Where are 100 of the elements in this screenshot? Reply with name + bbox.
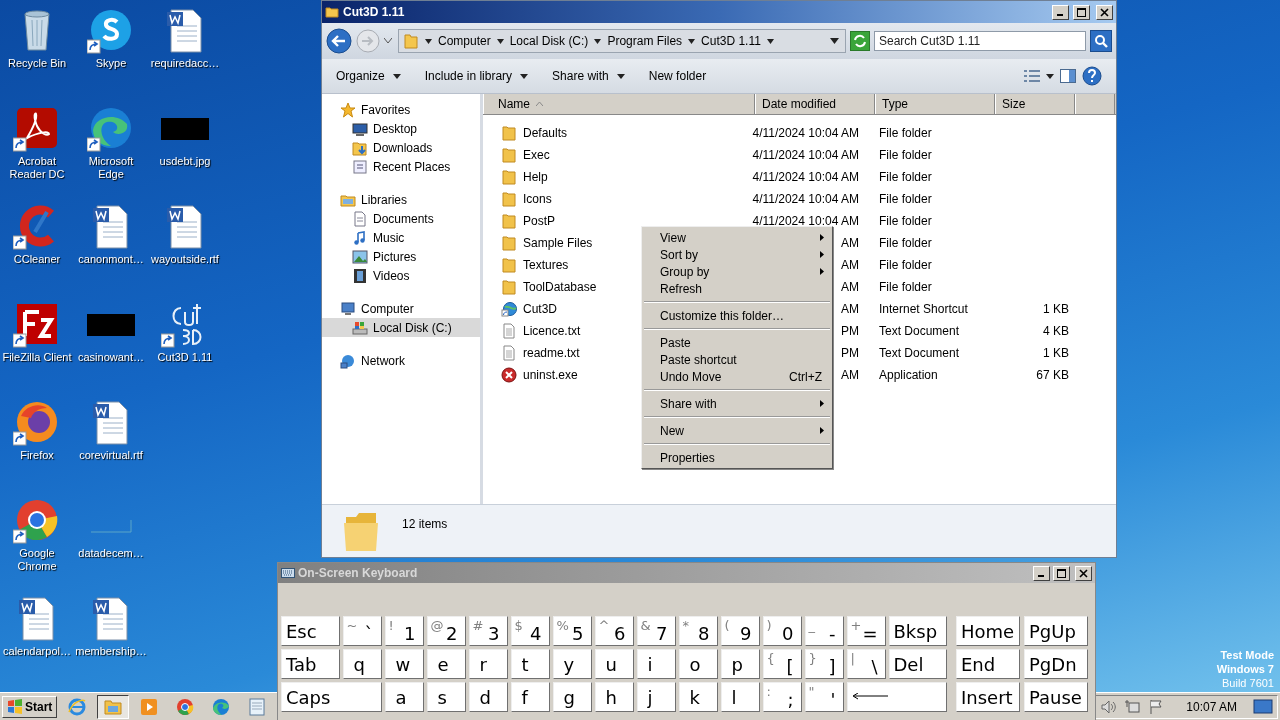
view-options-icon[interactable]: [1024, 69, 1040, 83]
flag-icon[interactable]: [1148, 698, 1165, 715]
show-desktop-icon[interactable]: [1253, 698, 1273, 715]
address-bar[interactable]: Computer Local Disk (C:) Program Files Cut3D 1.11: [398, 29, 846, 53]
desktop-icon-label[interactable]: Firefox: [20, 449, 54, 462]
menu-item[interactable]: Share with: [642, 395, 832, 412]
keyboard-key[interactable]: | \: [846, 649, 886, 679]
menu-item[interactable]: Properties: [642, 449, 832, 466]
preview-pane-icon[interactable]: [1060, 69, 1076, 83]
document-icon[interactable]: [93, 401, 128, 445]
navigation-item[interactable]: Favorites: [322, 100, 480, 119]
toolbar-button[interactable]: Organize: [330, 66, 407, 86]
file-name[interactable]: Defaults: [523, 126, 568, 140]
keyboard-key[interactable]: ( 9: [720, 616, 760, 646]
navigation-item[interactable]: Desktop: [322, 119, 480, 138]
desktop-icon-label[interactable]: membership…: [75, 645, 147, 658]
desktop-icon-label[interactable]: FileZilla Client: [2, 351, 72, 364]
app-icon[interactable]: [20, 205, 54, 247]
taskbar-button[interactable]: [97, 694, 130, 719]
keyboard-key[interactable]: r: [468, 649, 508, 679]
keyboard-key[interactable]: q: [342, 649, 382, 679]
trash-bin-icon[interactable]: [24, 10, 50, 51]
browser-icon[interactable]: [91, 108, 131, 148]
browser-icon[interactable]: [17, 500, 58, 541]
maximize-button[interactable]: [1073, 4, 1090, 20]
redacted-thumbnail[interactable]: [161, 118, 209, 140]
keyboard-key[interactable]: ! 1: [384, 616, 424, 646]
keyboard-key[interactable]: PgDn: [1024, 649, 1088, 679]
keyboard-key[interactable]: Home: [956, 616, 1020, 646]
app-icon[interactable]: [17, 108, 57, 148]
enter-key[interactable]: [846, 682, 947, 712]
navigation-item[interactable]: Libraries: [322, 190, 480, 209]
keyboard-key[interactable]: Pause: [1024, 682, 1088, 712]
keyboard-key[interactable]: # 3: [468, 616, 508, 646]
keyboard-key[interactable]: e: [426, 649, 466, 679]
close-button[interactable]: [1075, 565, 1092, 581]
keyboard-key[interactable]: : ;: [762, 682, 802, 712]
keyboard-key[interactable]: l: [720, 682, 760, 712]
navigation-item[interactable]: Network: [322, 351, 480, 370]
keyboard-key[interactable]: $ 4: [510, 616, 550, 646]
navigation-item[interactable]: Documents: [322, 209, 480, 228]
keyboard-key[interactable]: k: [678, 682, 718, 712]
keyboard-key[interactable]: Tab: [281, 649, 340, 679]
file-name[interactable]: Cut3D: [523, 302, 557, 316]
app-icon[interactable]: [91, 10, 131, 50]
keyboard-key[interactable]: Del: [888, 649, 947, 679]
file-name[interactable]: Licence.txt: [523, 324, 581, 338]
desktop-icon-label[interactable]: requiredacc…: [150, 57, 220, 70]
document-icon[interactable]: [167, 205, 202, 249]
desktop-icon-label[interactable]: Acrobat Reader DC: [1, 155, 73, 181]
speaker-icon[interactable]: [1100, 698, 1117, 715]
menu-item[interactable]: Paste shortcut: [642, 351, 832, 368]
desktop-icon-label[interactable]: Recycle Bin: [7, 57, 67, 70]
desktop-icon-label[interactable]: calendarpol…: [3, 645, 71, 658]
file-name[interactable]: ToolDatabase: [523, 280, 597, 294]
keyboard-key[interactable]: ^ 6: [594, 616, 634, 646]
keyboard-key[interactable]: % 5: [552, 616, 592, 646]
document-icon[interactable]: [19, 597, 54, 641]
keyboard-key[interactable]: @2: [426, 616, 466, 646]
navigation-item[interactable]: Computer: [322, 299, 480, 318]
menu-item[interactable]: View: [642, 229, 832, 246]
keyboard-key[interactable]: a: [384, 682, 424, 712]
keyboard-key[interactable]: ) 0: [762, 616, 802, 646]
menu-item[interactable]: Refresh: [642, 280, 832, 297]
keyboard-key[interactable]: +=: [846, 616, 886, 646]
keyboard-key[interactable]: Bksp: [888, 616, 947, 646]
desktop-icon-label[interactable]: Skype: [95, 57, 127, 70]
desktop-icon-label[interactable]: canonmont…: [78, 253, 144, 266]
navigation-item[interactable]: Videos: [322, 266, 480, 285]
file-name[interactable]: uninst.exe: [523, 368, 578, 382]
keyboard-key[interactable]: PgUp: [1024, 616, 1088, 646]
keyboard-key[interactable]: d: [468, 682, 508, 712]
menu-item[interactable]: Undo Move Ctrl+Z: [642, 368, 832, 385]
browser-icon[interactable]: [17, 402, 57, 442]
caret-icon[interactable]: [766, 38, 774, 44]
toolbar-button[interactable]: Include in library: [418, 66, 535, 86]
desktop-icon-label[interactable]: Cut3D 1.11: [157, 351, 213, 364]
breadcrumb[interactable]: Computer: [438, 34, 491, 48]
caret-icon[interactable]: [425, 38, 432, 44]
keyboard-key[interactable]: t: [510, 649, 550, 679]
keyboard-key[interactable]: Esc: [281, 616, 340, 646]
redacted-thumbnail[interactable]: [87, 314, 135, 336]
keyboard-key[interactable]: i: [636, 649, 676, 679]
column-header[interactable]: [1075, 94, 1115, 114]
app-icon[interactable]: [17, 304, 57, 344]
keyboard-key[interactable]: } ]: [804, 649, 844, 679]
navigation-item[interactable]: Downloads: [322, 138, 480, 157]
desktop-icon-label[interactable]: corevirtual.rtf: [79, 449, 143, 462]
keyboard-key[interactable]: h: [594, 682, 634, 712]
document-icon[interactable]: [93, 205, 128, 249]
keyboard-key[interactable]: " ': [804, 682, 844, 712]
desktop-icon-label[interactable]: usdebt.jpg: [159, 155, 211, 168]
minimize-button[interactable]: [1052, 4, 1069, 20]
desktop-icon-label[interactable]: casinowant…: [77, 351, 144, 364]
clock[interactable]: 10:07 AM: [1186, 699, 1237, 714]
network-icon[interactable]: [1124, 698, 1141, 715]
dropdown-icon[interactable]: [830, 38, 839, 44]
caret-icon[interactable]: [594, 38, 602, 44]
keyboard-key[interactable]: s: [426, 682, 466, 712]
minimize-button[interactable]: [1033, 565, 1050, 581]
